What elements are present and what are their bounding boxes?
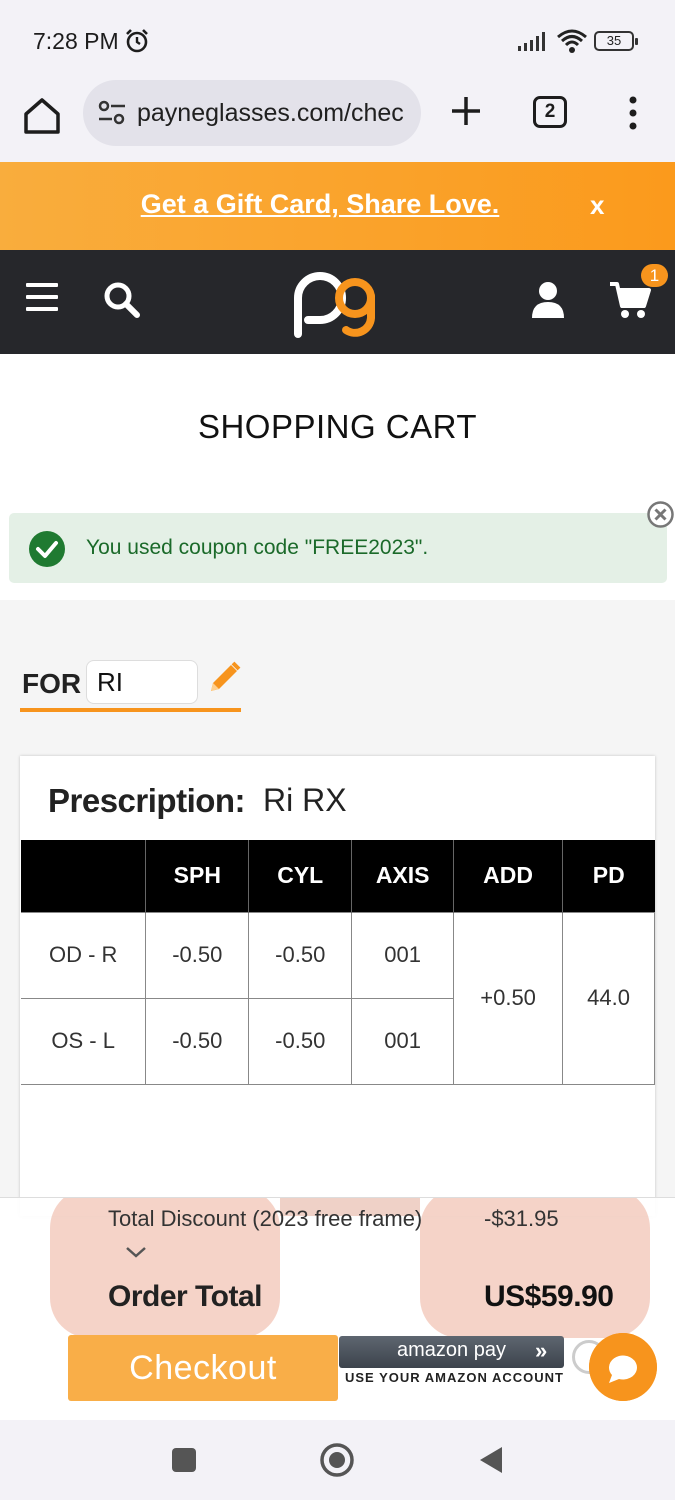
- checkout-button[interactable]: Checkout: [68, 1335, 338, 1401]
- coupon-message: You used coupon code "FREE2023".: [86, 536, 429, 559]
- order-summary-panel: Total Discount (2023 free frame) -$31.95…: [0, 1197, 675, 1420]
- amazon-pay-badge: amazon pay »: [339, 1336, 564, 1368]
- pd-value: 44.0: [562, 911, 655, 1085]
- add-value: +0.50: [453, 911, 564, 1085]
- home-icon[interactable]: [20, 94, 64, 138]
- coupon-success-alert: You used coupon code "FREE2023".: [9, 513, 667, 583]
- cyl-value: -0.50: [248, 911, 353, 999]
- order-total-label: Order Total: [108, 1280, 262, 1313]
- pg-logo[interactable]: [290, 268, 386, 338]
- battery-icon: 35: [594, 31, 638, 51]
- discount-value: -$31.95: [484, 1206, 559, 1231]
- more-menu-icon[interactable]: [620, 94, 646, 134]
- axis-value: 001: [351, 997, 455, 1085]
- eye-label: OD - R: [21, 911, 147, 999]
- system-nav-bar: [0, 1420, 675, 1500]
- site-info-icon[interactable]: [97, 100, 127, 126]
- eye-label: OS - L: [21, 997, 147, 1085]
- sph-value: -0.50: [145, 911, 250, 999]
- sph-value: -0.50: [145, 997, 250, 1085]
- status-bar: 7:28 PM 35: [0, 0, 675, 80]
- promo-banner: Get a Gift Card, Share Love. x: [0, 162, 675, 250]
- cyl-value: -0.50: [248, 997, 353, 1085]
- axis-value: 001: [351, 911, 455, 999]
- prescription-name: Ri RX: [263, 782, 347, 818]
- status-time: 7:28 PM: [33, 28, 119, 54]
- search-icon[interactable]: [102, 280, 142, 320]
- browser-toolbar: payneglasses.com/chec 2: [0, 80, 675, 162]
- prescription-card: Prescription: Ri RX SPH CYL AXIS ADD PD …: [20, 756, 655, 1216]
- pencil-icon[interactable]: [205, 659, 243, 697]
- order-total-value: US$59.90: [484, 1280, 614, 1313]
- amazon-arrows-icon: »: [535, 1338, 548, 1363]
- chat-icon[interactable]: [589, 1333, 657, 1401]
- for-label: FOR: [22, 668, 82, 699]
- address-bar[interactable]: payneglasses.com/chec: [83, 80, 421, 146]
- alarm-icon: [126, 29, 148, 53]
- table-header-axis: AXIS: [351, 840, 455, 912]
- prescription-table: SPH CYL AXIS ADD PD OD - R -0.50 -0.50 0…: [21, 840, 655, 1085]
- cart-count-badge: 1: [641, 264, 668, 287]
- table-row: OD - R -0.50 -0.50 001 +0.50 44.0: [21, 911, 655, 1085]
- check-circle-icon: [29, 531, 65, 567]
- back-icon[interactable]: [478, 1445, 504, 1475]
- tab-switcher-button[interactable]: 2: [533, 96, 567, 128]
- amazon-pay-button[interactable]: amazon pay » USE YOUR AMAZON ACCOUNT: [339, 1336, 564, 1390]
- site-header: [0, 250, 675, 354]
- table-header-add: ADD: [453, 840, 564, 912]
- for-underline: [20, 708, 241, 712]
- account-icon[interactable]: [530, 280, 566, 320]
- recents-button[interactable]: [172, 1448, 196, 1472]
- wifi-icon: [557, 29, 587, 53]
- nav-home-icon[interactable]: [319, 1442, 355, 1478]
- amazon-pay-label: amazon pay: [397, 1339, 506, 1361]
- prescription-name-input[interactable]: [86, 660, 198, 704]
- hamburger-menu-icon[interactable]: [26, 283, 58, 313]
- chevron-down-icon[interactable]: [124, 1244, 148, 1260]
- discount-label: Total Discount (2023 free frame): [108, 1206, 423, 1231]
- table-header-pd: PD: [562, 840, 655, 912]
- promo-close-button[interactable]: x: [590, 190, 604, 221]
- gift-card-link[interactable]: Get a Gift Card, Share Love.: [0, 189, 640, 220]
- table-header-cyl: CYL: [248, 840, 353, 912]
- table-header: [21, 840, 147, 912]
- prescription-label: Prescription:: [48, 782, 246, 819]
- amazon-account-label: USE YOUR AMAZON ACCOUNT: [345, 1370, 564, 1385]
- table-header-sph: SPH: [145, 840, 250, 912]
- cart-icon[interactable]: [608, 280, 652, 320]
- url-text[interactable]: payneglasses.com/chec: [137, 99, 409, 128]
- signal-icon: [518, 32, 545, 51]
- alert-close-icon[interactable]: [646, 500, 675, 529]
- new-tab-icon[interactable]: [449, 94, 483, 128]
- page-title: SHOPPING CART: [197, 408, 478, 445]
